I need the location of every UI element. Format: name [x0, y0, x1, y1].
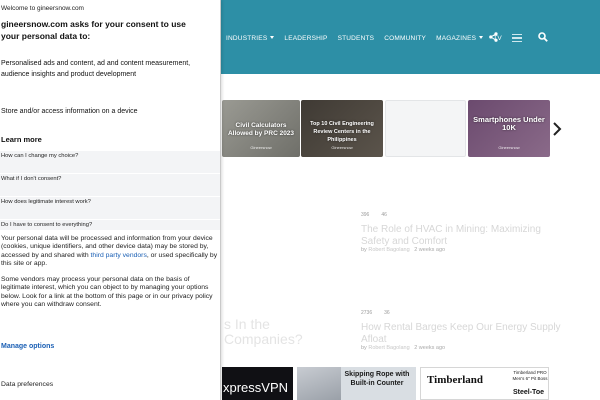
search-icon[interactable] [538, 32, 548, 42]
byline-prefix: by [361, 247, 367, 253]
article-title[interactable]: How Rental Barges Keep Our Energy Supply… [361, 322, 566, 345]
views-count: 2736 [361, 310, 373, 316]
slide-brand: Gineersnow [498, 145, 520, 150]
nav-label: MAGAZINES [436, 34, 477, 42]
purposes-text: Personalised ads and content, ad and con… [1, 60, 191, 78]
consent-panel: Welcome to gineersnow.com gineersnow.com… [0, 0, 221, 400]
chevron-right-icon[interactable] [552, 122, 562, 136]
faq-label: Do I have to consent to everything? [1, 222, 93, 228]
slide-card[interactable]: Smartphones Under 10K Gineersnow [468, 100, 550, 157]
data-processing-text: Your personal data will be processed and… [1, 235, 218, 268]
ad-product-model: Steel-Toe [513, 389, 544, 396]
faq-item[interactable]: Do I have to consent to everything? [0, 219, 220, 230]
article-meta: 2736 36 [361, 310, 390, 316]
slide-brand: Gineersnow [331, 145, 353, 150]
slide-card[interactable] [385, 100, 466, 157]
article-time: 2 weeks ago [414, 345, 446, 351]
learn-more-button[interactable]: Learn more [1, 135, 42, 144]
caret-down-icon [270, 36, 275, 40]
article-byline: by Robert Bagolang 2 weeks ago [361, 247, 445, 253]
nav-item-students[interactable]: STUDENTS [338, 35, 375, 42]
welcome-text: Welcome to gineersnow.com [1, 5, 84, 12]
legitimate-interest-text: Some vendors may process your personal d… [1, 276, 213, 308]
slide-title: Civil Calculators Allowed by PRC 2023 [227, 122, 295, 137]
article-time: 2 weeks ago [414, 247, 446, 253]
manage-options-button[interactable]: Manage options [1, 343, 54, 350]
comments-count: 36 [384, 310, 390, 316]
consent-heading: gineersnow.com asks for your consent to … [1, 19, 186, 41]
main-nav: INDUSTRIES LEADERSHIP STUDENTS COMMUNITY… [226, 31, 522, 45]
article-meta: 396 46 [361, 212, 387, 218]
ad-vpn-text: xpressVPN [223, 380, 289, 395]
slide-brand: Gineersnow [250, 145, 272, 150]
article-byline: by Robert Bagolang 2 weeks ago [361, 345, 445, 351]
slide-title: Smartphones Under 10K [473, 115, 545, 132]
nav-item-leadership[interactable]: LEADERSHIP [284, 35, 327, 42]
faq-label: How can I change my choice? [1, 153, 79, 159]
faq-item[interactable]: How does legitimate interest work? [0, 196, 220, 219]
faq-label: How does legitimate interest work? [1, 199, 91, 205]
store-access-text: Store and/or access information on a dev… [1, 108, 138, 115]
third-party-vendors-link[interactable]: third party vendors [91, 252, 147, 259]
article-title[interactable]: s In the Companies? [224, 317, 314, 347]
nav-item-community[interactable]: COMMUNITY [384, 35, 426, 42]
share-icon[interactable] [489, 32, 498, 42]
ad-banner[interactable]: xpressVPN [222, 367, 293, 400]
ad-banner[interactable]: Skipping Rope with Built-in Counter [297, 367, 416, 400]
nav-item-magazines[interactable]: MAGAZINES [436, 34, 484, 42]
faq-item[interactable]: How can I change my choice? [0, 150, 220, 173]
article-author[interactable]: Robert Bagolang [368, 345, 409, 351]
timberland-logo: Timberland [427, 374, 484, 386]
page: INDUSTRIES LEADERSHIP STUDENTS COMMUNITY… [0, 0, 600, 400]
menu-icon[interactable] [511, 34, 522, 42]
slide-title: Top 10 Civil Engineering Review Centers … [310, 121, 374, 143]
caret-down-icon [479, 36, 484, 40]
slide-card[interactable]: Civil Calculators Allowed by PRC 2023 Gi… [222, 100, 300, 157]
faq-label: What if I don't consent? [1, 176, 62, 182]
byline-prefix: by [361, 345, 367, 351]
ad-photo [297, 367, 341, 400]
nav-label: INDUSTRIES [226, 34, 268, 42]
article-author[interactable]: Robert Bagolang [368, 247, 409, 253]
data-preferences-heading: Data preferences [1, 381, 54, 388]
ad-product-tag: Timberland PRO Men's 6" Pit Boss [512, 370, 548, 381]
ad-banner[interactable]: Timberland Timberland PRO Men's 6" Pit B… [420, 367, 549, 400]
faq-item[interactable]: What if I don't consent? [0, 173, 220, 196]
comments-count: 46 [381, 212, 387, 218]
nav-item-industries[interactable]: INDUSTRIES [226, 34, 275, 42]
ad-rope-text: Skipping Rope with Built-in Counter [344, 371, 410, 387]
article-title[interactable]: The Role of HVAC in Mining: Maximizing S… [361, 224, 566, 247]
slide-card[interactable]: Top 10 Civil Engineering Review Centers … [301, 100, 383, 157]
views-count: 396 [361, 212, 370, 218]
